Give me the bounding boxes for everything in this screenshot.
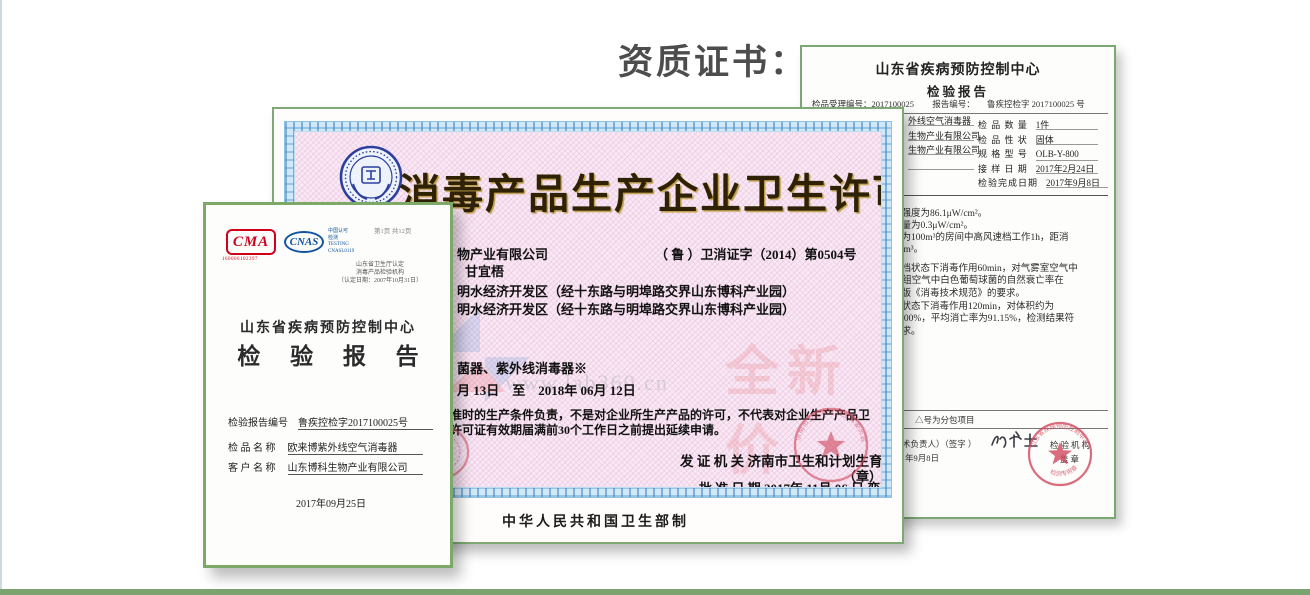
auth-line: 山东省卫生厅认定 — [314, 261, 446, 269]
report-org-title: 山东省疾病预防控制中心 — [206, 317, 450, 337]
cnas-line: CNASL0119 — [328, 249, 354, 256]
production-address: 明水经济开发区（经十东路与明埠路交界山东博科产业园） — [457, 281, 795, 300]
license-number: （ 鲁 ）卫消证字（2014）第0504号 — [655, 244, 857, 263]
health-inspection-emblem-icon — [338, 144, 404, 210]
stamp-bottom-text: 检测专用章 — [1049, 464, 1079, 478]
product-category-fragment: 菌器、紫外线消毒器※ — [457, 358, 587, 377]
certificate-inspection-report-cover: CMA 160000102397 CNAS 中国认可 检测 TESTING CN… — [203, 202, 453, 568]
cnas-logo-icon: CNAS — [284, 231, 324, 253]
svg-text:检测专用章: 检测专用章 — [1049, 464, 1079, 478]
report-doc-title: 检 验 报 告 — [206, 337, 450, 371]
row-report-no: 检验报告编号 鲁疾控检字2017100025号 — [228, 413, 433, 431]
report-date: 2017年09月25日 — [266, 495, 396, 510]
validity-period-fragment: 月 13日 至 2018年 06月 12日 — [457, 380, 636, 399]
license-footer: 中华人民共和国卫生部制 — [502, 511, 689, 531]
report-no: 鲁疾控检字 2017100025 号 — [987, 99, 1085, 109]
row-client-name: 客 户 名 称 山东博科生物产业有限公司 — [228, 458, 423, 476]
license-title: 消毒产品生产企业卫生许可证 — [399, 160, 869, 220]
auth-line: （认定日期：2007年10月31日） — [314, 277, 446, 285]
legal-person: 甘宜梧 — [465, 261, 504, 280]
row-sample-name: 检 品 名 称 欧来博紫外线空气消毒器 — [228, 438, 423, 456]
cma-number: 160000102397 — [222, 257, 258, 262]
blank-row-fragment — [908, 158, 974, 170]
cma-logo-icon: CMA — [226, 229, 276, 255]
registered-address: 明水经济开发区（经十东路与明埠路交界山东博科产业园） — [457, 299, 795, 318]
sample-name-fragment: 外线空气消毒器 — [908, 114, 974, 126]
row-finish-date: 检验完成日期 2017年9月8日 — [978, 173, 1108, 191]
producer-fragment: 生物产业有限公司 — [908, 143, 974, 155]
license-note-line2: 许可证有效期届满前30个工作日之前提出延续申请。 — [450, 421, 726, 438]
section-title: 资质证书： — [618, 34, 808, 85]
page-bottom-strip — [0, 589, 1310, 595]
report-no-label: 报告编号： — [932, 99, 975, 109]
cnas-text-block: 中国认可 检测 TESTING CNASL0119 — [328, 229, 354, 255]
client-fragment: 生物产业有限公司 — [908, 129, 974, 141]
report-date-fragment: 年9月8日 — [905, 452, 939, 464]
report-org-title: 山东省疾病预防控制中心 — [802, 59, 1114, 79]
issuer-stamp-icon: 济南市卫生和计划生育委员会 — [790, 404, 872, 486]
page-number: 第1页 共12页 — [374, 225, 411, 235]
authorization-block: 山东省卫生厅认定 消毒产品检验机构 （认定日期：2007年10月31日） — [314, 261, 446, 285]
page-left-border — [0, 0, 2, 595]
sign-label: 术负责人）（签字 ） — [902, 438, 976, 450]
footnote: △号为分包项目 — [915, 414, 975, 426]
auth-line: 消毒产品检验机构 — [314, 269, 446, 277]
inspection-agency-stamp-icon: 山东省疾病预防控制中心 检测专用章 — [1025, 419, 1095, 489]
